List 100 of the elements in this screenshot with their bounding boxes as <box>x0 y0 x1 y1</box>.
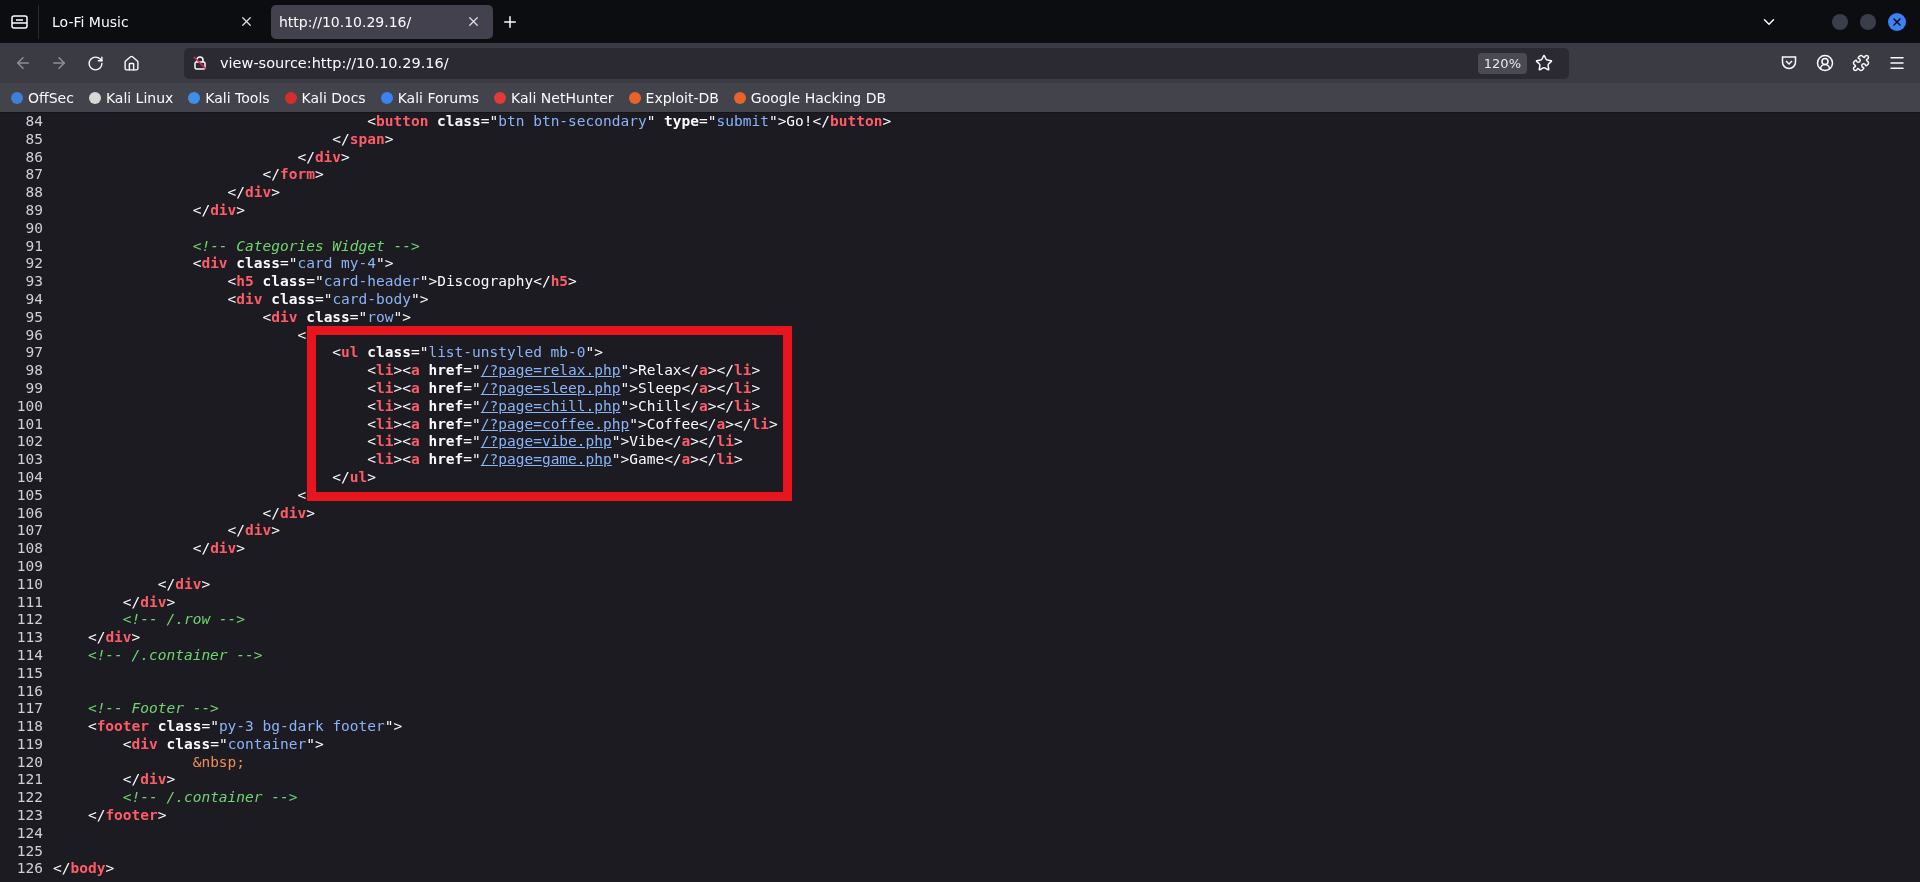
sidebar-icon[interactable] <box>10 13 28 30</box>
source-line: <button class="btn btn-secondary" type="submit">Go!</button> <box>367 113 892 131</box>
bookmark[interactable]: Kali Tools <box>187 89 270 106</box>
bookmark-label: Kali Forums <box>397 89 480 106</box>
close-icon[interactable] <box>239 14 254 29</box>
source-line: <ul class="list-unstyled mb-0"> <box>332 344 603 363</box>
bookmark[interactable]: OffSec <box>10 89 74 106</box>
line-number: 87 <box>24 166 43 185</box>
bookmark-label: Exploit-DB <box>645 89 719 106</box>
pocket-icon[interactable] <box>1780 54 1798 72</box>
source-line: </div> <box>227 184 280 202</box>
source-line: <!-- Footer --> <box>87 700 219 719</box>
line-number: 108 <box>15 540 43 558</box>
source-line: <footer class="py-3 bg-dark footer"> <box>87 718 403 736</box>
bookmark[interactable]: Kali Forums <box>379 89 480 106</box>
line-number: 116 <box>15 682 43 701</box>
line-number: 112 <box>15 611 43 630</box>
line-number: 96 <box>24 326 43 345</box>
browser-tab[interactable]: Lo-Fi Music <box>44 4 266 39</box>
reload-icon[interactable] <box>86 54 104 72</box>
bookmark-star-icon[interactable] <box>1535 54 1553 72</box>
browser-tab[interactable]: http://10.10.29.16/ <box>271 4 493 39</box>
line-number: 123 <box>15 807 43 825</box>
source-line: </div> <box>262 504 315 523</box>
line-number: 102 <box>15 433 43 452</box>
source-line: <li><a href="/?page=game.php">Game</a></li> <box>367 451 743 469</box>
bookmark-label: Kali Tools <box>205 89 270 106</box>
bookmark-label: Kali Docs <box>301 89 366 106</box>
line-number: 122 <box>15 789 43 808</box>
link[interactable]: /?page=vibe.php <box>480 433 612 450</box>
line-number: 111 <box>15 593 43 612</box>
source-line: </form> <box>262 166 324 185</box>
line-number: 91 <box>24 237 43 256</box>
close-icon <box>1891 15 1903 28</box>
line-number: 99 <box>24 379 43 398</box>
source-line: <div class="container"> <box>122 735 324 754</box>
home-icon[interactable] <box>122 54 140 72</box>
line-number: 86 <box>24 148 43 167</box>
source-line: </div> <box>192 202 246 220</box>
line-number: 90 <box>24 219 43 238</box>
line-number: 109 <box>15 557 43 576</box>
line-number: 92 <box>24 255 43 274</box>
line-number: 94 <box>24 290 43 309</box>
source-line: </div> <box>87 629 141 647</box>
line-number: 88 <box>24 184 43 202</box>
line-number: 107 <box>15 522 43 541</box>
line-number: 119 <box>15 735 43 754</box>
link[interactable]: /?page=coffee.php <box>480 415 630 432</box>
line-number: 106 <box>15 504 43 523</box>
source-line: </body> <box>53 860 115 879</box>
source-line: &nbsp; <box>192 753 246 772</box>
source-line: </footer> <box>87 807 167 825</box>
line-number: 93 <box>24 273 43 291</box>
bookmark[interactable]: Exploit-DB <box>627 89 719 106</box>
close-window-button[interactable] <box>1888 12 1906 31</box>
line-number: 97 <box>24 344 43 363</box>
source-line: </div> <box>227 522 280 541</box>
link[interactable]: /?page=game.php <box>480 451 612 468</box>
line-number: 100 <box>15 397 43 416</box>
source-line: <li><a href="/?page=sleep.php">Sleep</a></li> <box>367 379 761 398</box>
line-number: 113 <box>15 629 43 647</box>
line-number: 125 <box>15 842 43 861</box>
bookmark[interactable]: Kali Linux <box>87 89 174 106</box>
line-number: 85 <box>24 130 43 149</box>
source-line: <li><a href="/?page=chill.php">Chill</a></li> <box>367 397 761 416</box>
account-icon[interactable] <box>1816 54 1834 72</box>
source-line: <li><a href="/?page=relax.php">Relax</a></li> <box>367 362 761 380</box>
line-number: 95 <box>24 308 43 327</box>
source-line: <div class="row"> <box>262 308 411 327</box>
zoom-level[interactable]: 120% <box>1477 52 1527 74</box>
line-number: 115 <box>15 664 43 683</box>
line-number: 114 <box>15 646 43 665</box>
extensions-icon[interactable] <box>1852 54 1870 72</box>
line-number: 103 <box>15 451 43 469</box>
source-line: <div class="card-body"> <box>227 290 429 309</box>
source-line: </span> <box>332 130 394 149</box>
forward-icon[interactable] <box>50 54 68 72</box>
line-number: 126 <box>15 860 43 879</box>
line-number: 105 <box>15 486 43 505</box>
line-number: 89 <box>24 202 43 220</box>
source-line: <h5 class="card-header">Discography</h5> <box>227 273 577 291</box>
back-icon[interactable] <box>14 54 32 72</box>
menu-icon[interactable] <box>1888 54 1906 72</box>
source-line: <li><a href="/?page=vibe.php">Vibe</a></li> <box>367 433 743 452</box>
link[interactable]: /?page=sleep.php <box>480 379 621 396</box>
address-bar[interactable]: view-source:http://10.10.29.16/ 120% <box>184 47 1569 79</box>
line-number: 98 <box>24 362 43 380</box>
link[interactable]: /?page=chill.php <box>480 397 621 414</box>
bookmark[interactable]: Kali Docs <box>283 89 366 106</box>
line-number: 110 <box>15 575 43 594</box>
line-number: 84 <box>24 113 43 131</box>
source-line: <!-- /.container --> <box>122 789 298 808</box>
line-number: 120 <box>15 753 43 772</box>
source-line: < <box>297 326 307 345</box>
source-line: </div> <box>297 148 350 167</box>
link[interactable]: /?page=relax.php <box>480 362 621 379</box>
source-line: </div> <box>157 575 211 594</box>
source-line: </ul> <box>332 468 376 487</box>
close-icon[interactable] <box>466 14 481 29</box>
insecure-lock-icon <box>192 55 208 71</box>
